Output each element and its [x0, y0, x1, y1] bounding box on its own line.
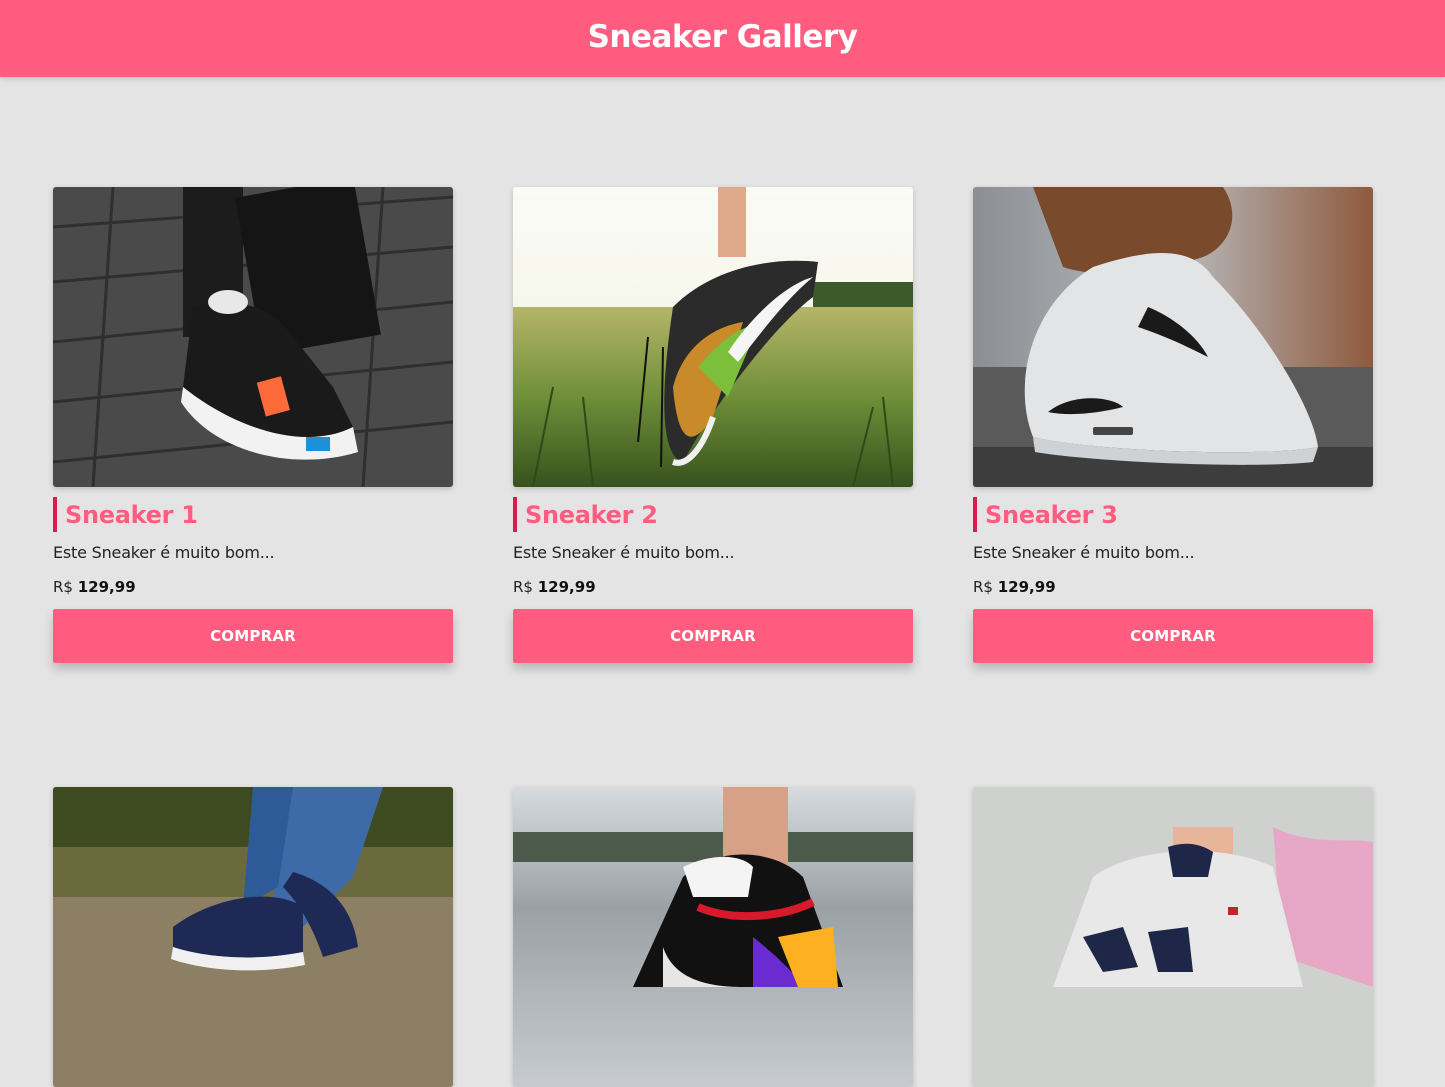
product-price: R$ 129,99	[973, 578, 1373, 596]
product-card	[513, 787, 913, 1087]
product-price: R$ 129,99	[53, 578, 453, 596]
product-card: Sneaker 2 Este Sneaker é muito bom... R$…	[513, 187, 913, 663]
product-card: Sneaker 1 Este Sneaker é muito bom... R$…	[53, 187, 453, 663]
product-card	[53, 787, 453, 1087]
product-description: Este Sneaker é muito bom...	[53, 543, 275, 562]
price-value: 129,99	[77, 578, 136, 596]
product-image	[973, 787, 1373, 1087]
price-value: 129,99	[537, 578, 596, 596]
page-title: Sneaker Gallery	[587, 18, 858, 55]
page-header: Sneaker Gallery	[0, 0, 1445, 77]
product-image	[53, 787, 453, 1087]
product-description: Este Sneaker é muito bom...	[973, 543, 1195, 562]
product-card: Sneaker 3 Este Sneaker é muito bom... R$…	[973, 187, 1373, 663]
product-image	[513, 787, 913, 1087]
product-card	[973, 787, 1373, 1087]
product-title: Sneaker 3	[973, 497, 1373, 532]
buy-button[interactable]: COMPRAR	[53, 609, 453, 663]
buy-button[interactable]: COMPRAR	[513, 609, 913, 663]
price-currency: R$	[973, 578, 993, 596]
product-title: Sneaker 1	[53, 497, 453, 532]
price-value: 129,99	[997, 578, 1056, 596]
product-title: Sneaker 2	[513, 497, 913, 532]
price-currency: R$	[513, 578, 533, 596]
product-price: R$ 129,99	[513, 578, 913, 596]
product-image	[513, 187, 913, 487]
buy-button[interactable]: COMPRAR	[973, 609, 1373, 663]
product-description: Este Sneaker é muito bom...	[513, 543, 735, 562]
product-image	[53, 187, 453, 487]
product-image	[973, 187, 1373, 487]
price-currency: R$	[53, 578, 73, 596]
